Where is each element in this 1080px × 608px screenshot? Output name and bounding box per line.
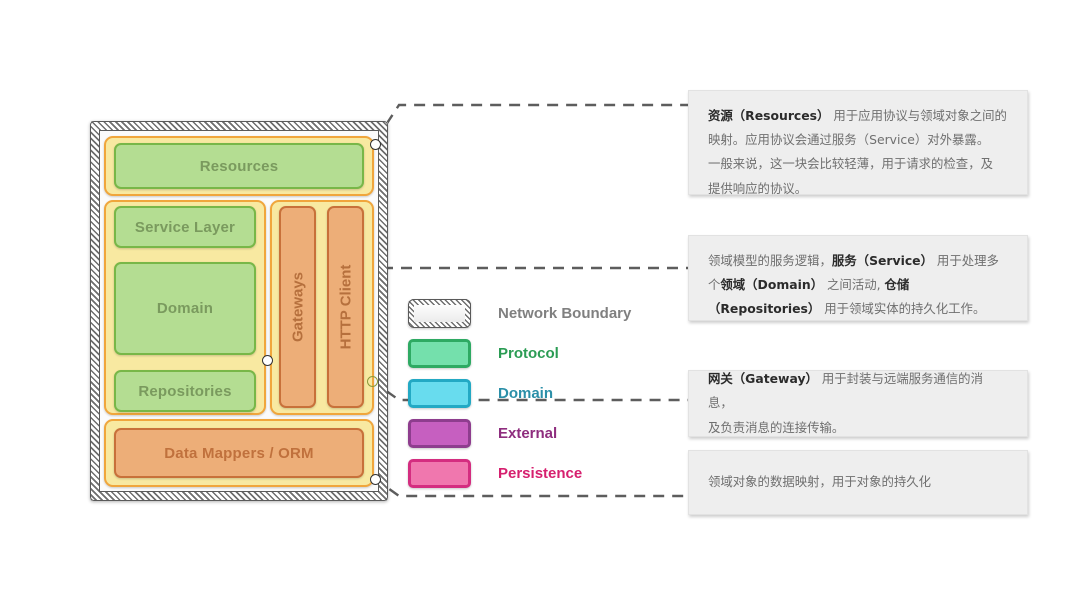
card-text: 领域模型的服务逻辑， bbox=[708, 253, 832, 268]
legend-swatch-persistence bbox=[408, 458, 471, 488]
anchor-dot-gateway[interactable] bbox=[367, 376, 378, 387]
card-text-bold: 仓储 bbox=[884, 277, 910, 293]
card-text: 用于领域实体的持久化工作。 bbox=[820, 301, 986, 317]
card-text: 个 bbox=[708, 277, 721, 293]
card-line: 个领域（Domain） 之间活动, 仓储 bbox=[708, 273, 1007, 297]
card-line: 提供响应的协议。 bbox=[708, 177, 1007, 201]
card-text: 映射。应用协议会通过服务（Service）对外暴露。 bbox=[708, 132, 990, 148]
block-repositories[interactable]: Repositories bbox=[114, 370, 256, 412]
card-data-mappers-description: 领域对象的数据映射，用于对象的持久化 bbox=[688, 450, 1028, 515]
connector-resources bbox=[374, 103, 688, 141]
card-text: 领域对象的数据映射，用于对象的持久化 bbox=[708, 474, 932, 490]
diagram-canvas: Resources Service Layer Domain Repositor… bbox=[0, 0, 1080, 608]
card-line: （Repositories） 用于领域实体的持久化工作。 bbox=[708, 297, 1007, 321]
card-text: 提供响应的协议。 bbox=[708, 180, 808, 196]
card-text-bold: 领域（Domain） bbox=[720, 277, 824, 293]
card-line: 及负责消息的连接传输。 bbox=[708, 416, 1007, 440]
legend-item-protocol[interactable]: Protocol bbox=[408, 333, 631, 373]
card-text: 用于应用协议与领域对象之间的 bbox=[829, 108, 1007, 123]
card-text: 一般来说，这一块会比较轻薄，用于请求的检查，及 bbox=[708, 156, 993, 172]
card-line: 领域模型的服务逻辑，服务（Service） 用于处理多 bbox=[708, 249, 1007, 273]
legend-item-network-boundary[interactable]: Network Boundary bbox=[408, 293, 631, 333]
block-service-layer[interactable]: Service Layer bbox=[114, 206, 256, 248]
legend-label-external: External bbox=[498, 424, 558, 442]
card-text: 之间活动, bbox=[823, 277, 885, 293]
legend-label-persistence: Persistence bbox=[498, 464, 583, 482]
legend-item-domain[interactable]: Domain bbox=[408, 373, 631, 413]
legend-swatch-protocol bbox=[408, 338, 471, 368]
block-data-mappers[interactable]: Data Mappers / ORM bbox=[114, 428, 364, 478]
card-text-bold: （Repositories） bbox=[708, 301, 821, 317]
legend-item-persistence[interactable]: Persistence bbox=[408, 453, 631, 493]
block-http-client-label: HTTP Client bbox=[337, 264, 354, 350]
block-gateways-label: Gateways bbox=[289, 271, 306, 343]
card-text-bold: 资源（Resources） bbox=[708, 108, 830, 123]
legend-label-protocol: Protocol bbox=[498, 344, 559, 362]
block-http-client[interactable]: HTTP Client bbox=[327, 206, 364, 408]
card-service-description: 领域模型的服务逻辑，服务（Service） 用于处理多 个领域（Domain） 之… bbox=[688, 235, 1028, 321]
card-line: 网关（Gateway） 用于封装与远端服务通信的消息， bbox=[708, 367, 1007, 415]
legend: Network Boundary Protocol Domain External Pe… bbox=[408, 293, 631, 493]
card-text: 及负责消息的连接传输。 bbox=[708, 419, 845, 435]
block-resources[interactable]: Resources bbox=[114, 143, 364, 189]
legend-swatch-external bbox=[408, 418, 471, 448]
legend-item-external[interactable]: External bbox=[408, 413, 631, 453]
legend-label-network-boundary: Network Boundary bbox=[498, 304, 632, 322]
legend-swatch-network-boundary bbox=[408, 298, 471, 328]
anchor-dot-resources[interactable] bbox=[370, 139, 381, 150]
block-domain[interactable]: Domain bbox=[114, 262, 256, 355]
card-text: 用于处理多 bbox=[932, 253, 999, 268]
card-line: 映射。应用协议会通过服务（Service）对外暴露。 bbox=[708, 128, 1007, 152]
card-resources-description: 资源（Resources） 用于应用协议与领域对象之间的映射。应用协议会通过服务… bbox=[688, 90, 1028, 196]
card-line: 领域对象的数据映射，用于对象的持久化 bbox=[708, 470, 931, 494]
anchor-dot-service[interactable] bbox=[262, 355, 273, 366]
card-text-bold: 网关（Gateway） bbox=[708, 371, 818, 387]
card-text-bold: 服务（Service） bbox=[831, 253, 933, 268]
anchor-dot-data-mappers[interactable] bbox=[370, 474, 381, 485]
card-line: 资源（Resources） 用于应用协议与领域对象之间的 bbox=[708, 104, 1007, 128]
card-line: 一般来说，这一块会比较轻薄，用于请求的检查，及 bbox=[708, 152, 1007, 176]
block-gateways[interactable]: Gateways bbox=[279, 206, 316, 408]
legend-swatch-domain bbox=[408, 378, 471, 408]
card-gateway-description: 网关（Gateway） 用于封装与远端服务通信的消息， 及负责消息的连接传输。 bbox=[688, 370, 1028, 437]
legend-label-domain: Domain bbox=[498, 384, 554, 402]
